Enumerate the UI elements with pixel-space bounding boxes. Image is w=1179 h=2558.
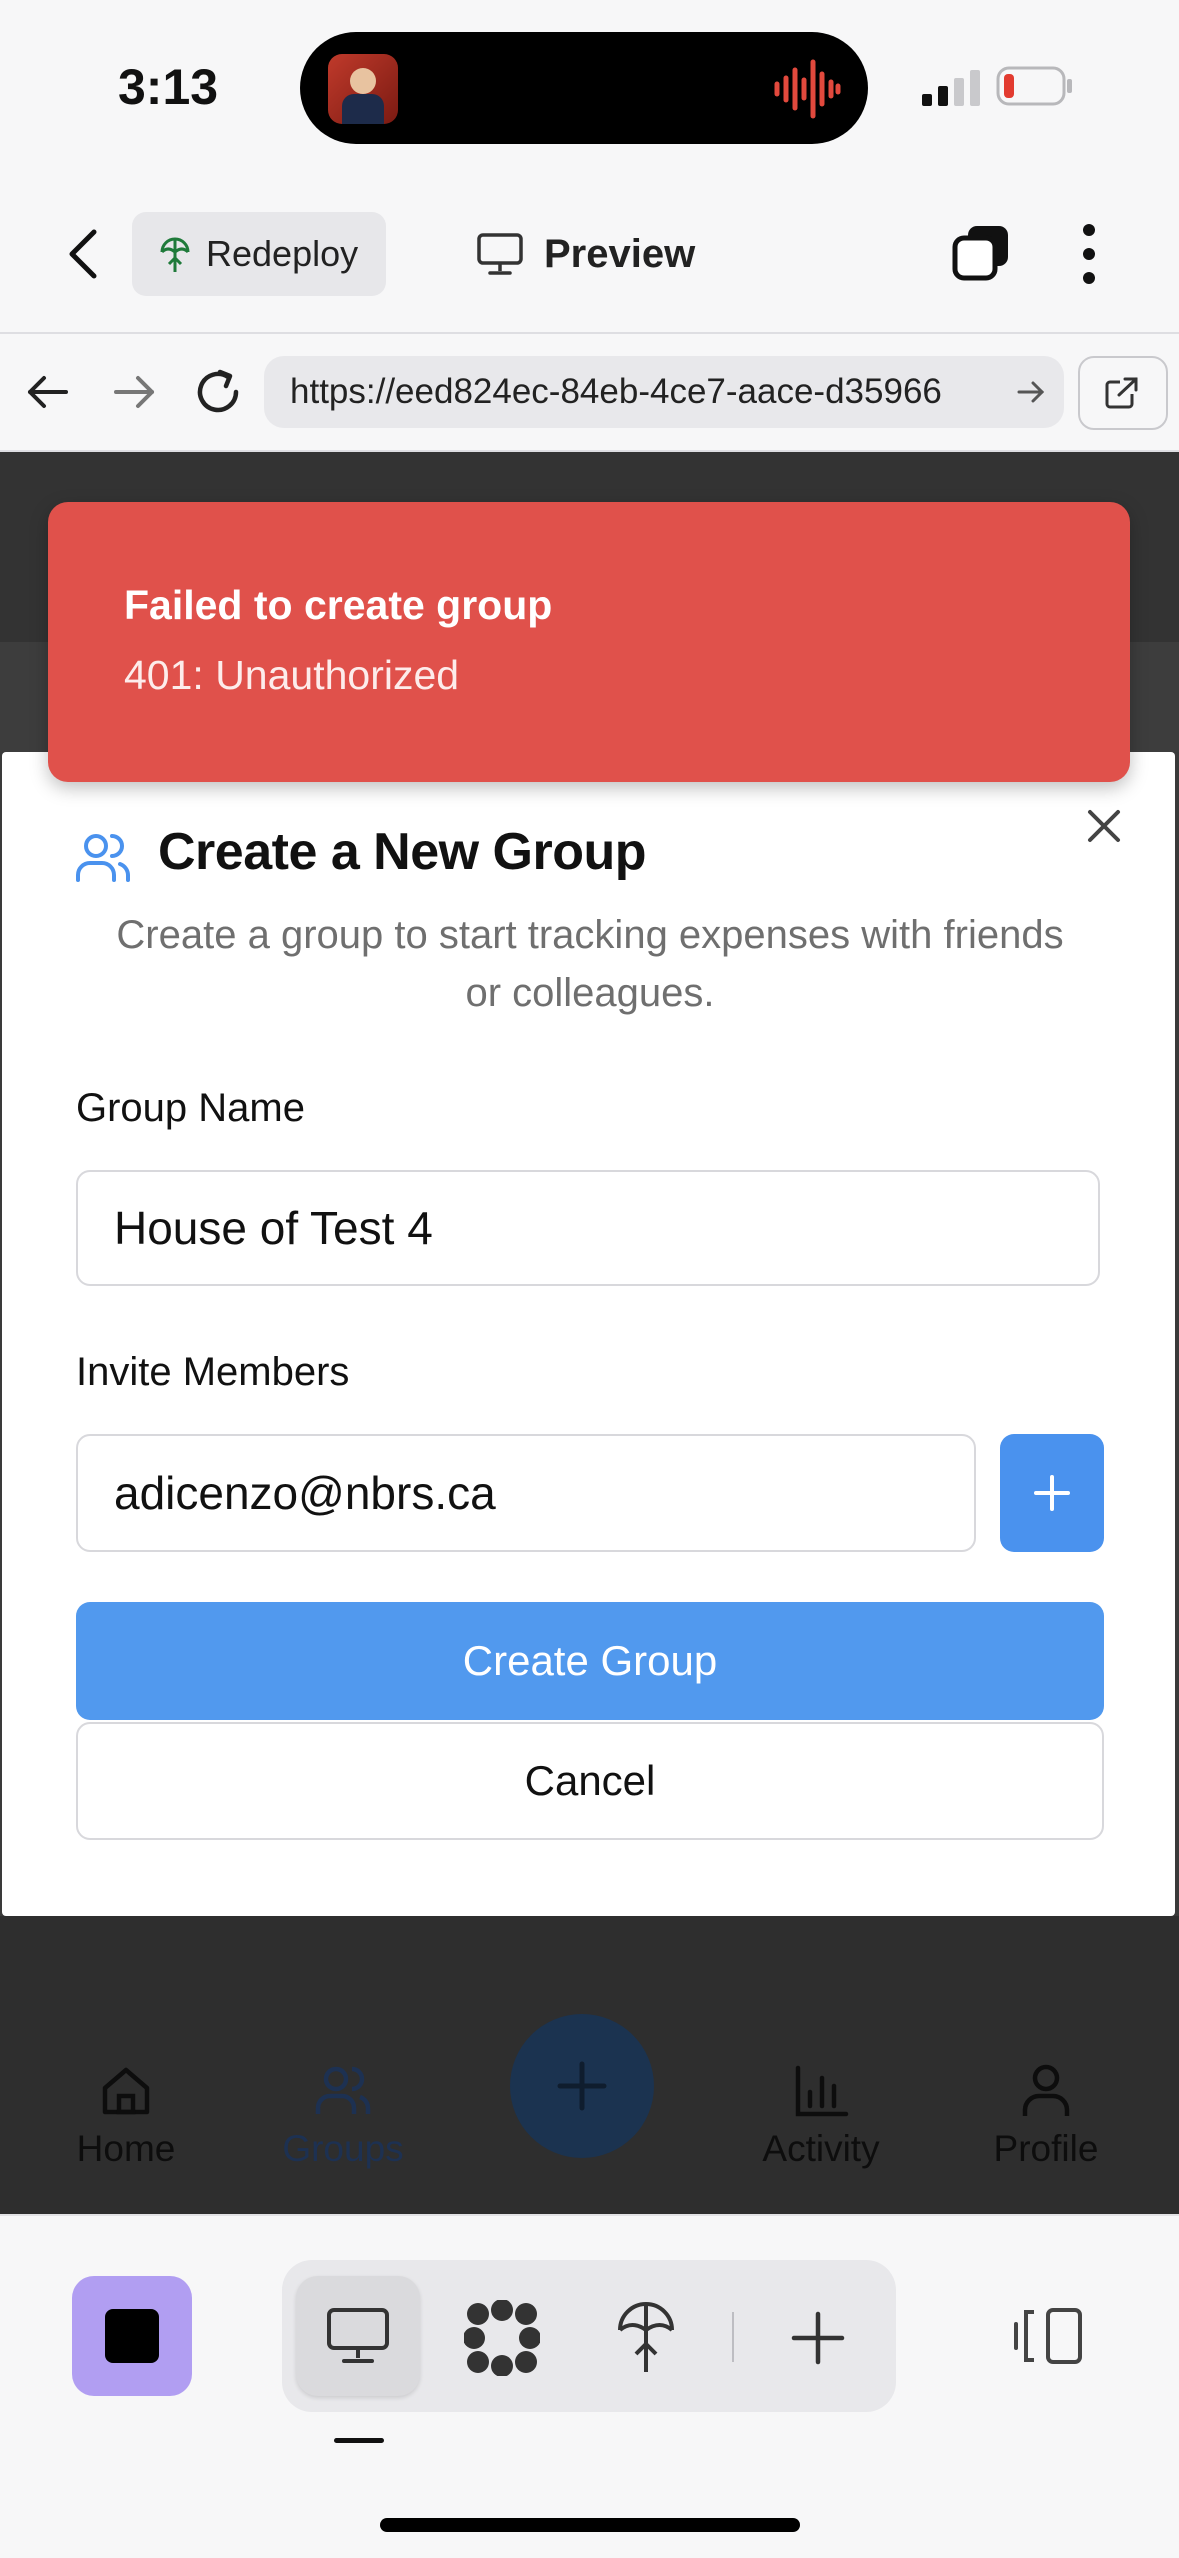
bar-chart-icon bbox=[795, 2065, 849, 2117]
dialog-title: Create a New Group bbox=[158, 823, 647, 881]
arrow-left-icon[interactable] bbox=[24, 368, 72, 416]
external-link-icon bbox=[1105, 377, 1138, 409]
flower-icon[interactable] bbox=[464, 2300, 540, 2376]
home-indicator bbox=[380, 2518, 800, 2532]
add-fab-button[interactable] bbox=[510, 2014, 654, 2158]
nav-item-home[interactable]: Home bbox=[26, 2062, 226, 2170]
dialog-subtitle: Create a group to start tracking expense… bbox=[116, 913, 1064, 1015]
toast-title: Failed to create group bbox=[124, 582, 553, 628]
split-view-icon[interactable] bbox=[1012, 2306, 1084, 2366]
nav-profile-label: Profile bbox=[993, 2128, 1099, 2169]
go-arrow-icon[interactable] bbox=[1016, 378, 1046, 406]
plus-icon bbox=[1034, 1475, 1070, 1511]
user-icon bbox=[1022, 2064, 1070, 2116]
group-name-label: Group Name bbox=[76, 1086, 305, 1130]
toast-message: 401: Unauthorized bbox=[124, 652, 460, 698]
redeploy-label: Redeploy bbox=[206, 233, 359, 274]
add-member-button[interactable] bbox=[1000, 1434, 1104, 1552]
cancel-button[interactable]: Cancel bbox=[76, 1722, 1104, 1840]
desktop-icon bbox=[327, 2308, 389, 2363]
url-field[interactable]: https://eed824ec-84eb-4ce7-aace-d35966 bbox=[264, 356, 1064, 428]
plus-icon[interactable] bbox=[790, 2310, 846, 2366]
preview-tab[interactable]: Preview bbox=[476, 226, 695, 282]
preview-label: Preview bbox=[544, 231, 696, 276]
status-time: 3:13 bbox=[118, 59, 219, 115]
monitor-icon bbox=[477, 233, 523, 275]
battery-icon bbox=[996, 66, 1072, 106]
active-indicator bbox=[334, 2438, 384, 2443]
nav-home-label: Home bbox=[76, 2128, 176, 2169]
group-name-input[interactable]: House of Test 4 bbox=[76, 1170, 1100, 1286]
invite-email-input[interactable]: adicenzo@nbrs.ca bbox=[76, 1434, 976, 1552]
plus-icon bbox=[557, 2061, 607, 2111]
desktop-view-button[interactable] bbox=[296, 2276, 420, 2396]
audio-wave-icon bbox=[774, 59, 841, 119]
back-chevron-icon[interactable] bbox=[62, 226, 106, 282]
close-icon[interactable] bbox=[1084, 806, 1124, 846]
users-icon bbox=[76, 834, 130, 882]
invite-members-label: Invite Members bbox=[76, 1350, 350, 1394]
deploy-icon[interactable] bbox=[614, 2300, 678, 2376]
reload-icon[interactable] bbox=[190, 364, 246, 420]
signal-icon bbox=[922, 70, 980, 106]
nav-activity-label: Activity bbox=[762, 2128, 880, 2169]
app-tile-icon[interactable] bbox=[72, 2276, 192, 2396]
nav-groups-label: Groups bbox=[282, 2128, 404, 2169]
nav-item-activity[interactable]: Activity bbox=[721, 2062, 921, 2170]
create-group-button[interactable]: Create Group bbox=[76, 1602, 1104, 1720]
open-external-button[interactable] bbox=[1078, 356, 1168, 430]
redeploy-button[interactable]: Redeploy bbox=[132, 212, 386, 296]
error-toast[interactable] bbox=[48, 502, 1130, 782]
deploy-icon bbox=[160, 237, 190, 272]
url-text: https://eed824ec-84eb-4ce7-aace-d35966 bbox=[290, 372, 942, 411]
home-icon bbox=[102, 2067, 150, 2115]
tabs-icon[interactable] bbox=[952, 224, 1010, 282]
toolbar-divider bbox=[732, 2312, 734, 2362]
nav-item-profile[interactable]: Profile bbox=[946, 2062, 1146, 2170]
nav-item-groups[interactable]: Groups bbox=[243, 2062, 443, 2170]
users-icon bbox=[315, 2066, 371, 2114]
more-vertical-icon[interactable] bbox=[1074, 222, 1104, 286]
now-playing-artwork bbox=[328, 54, 398, 124]
arrow-right-icon[interactable] bbox=[110, 368, 158, 416]
